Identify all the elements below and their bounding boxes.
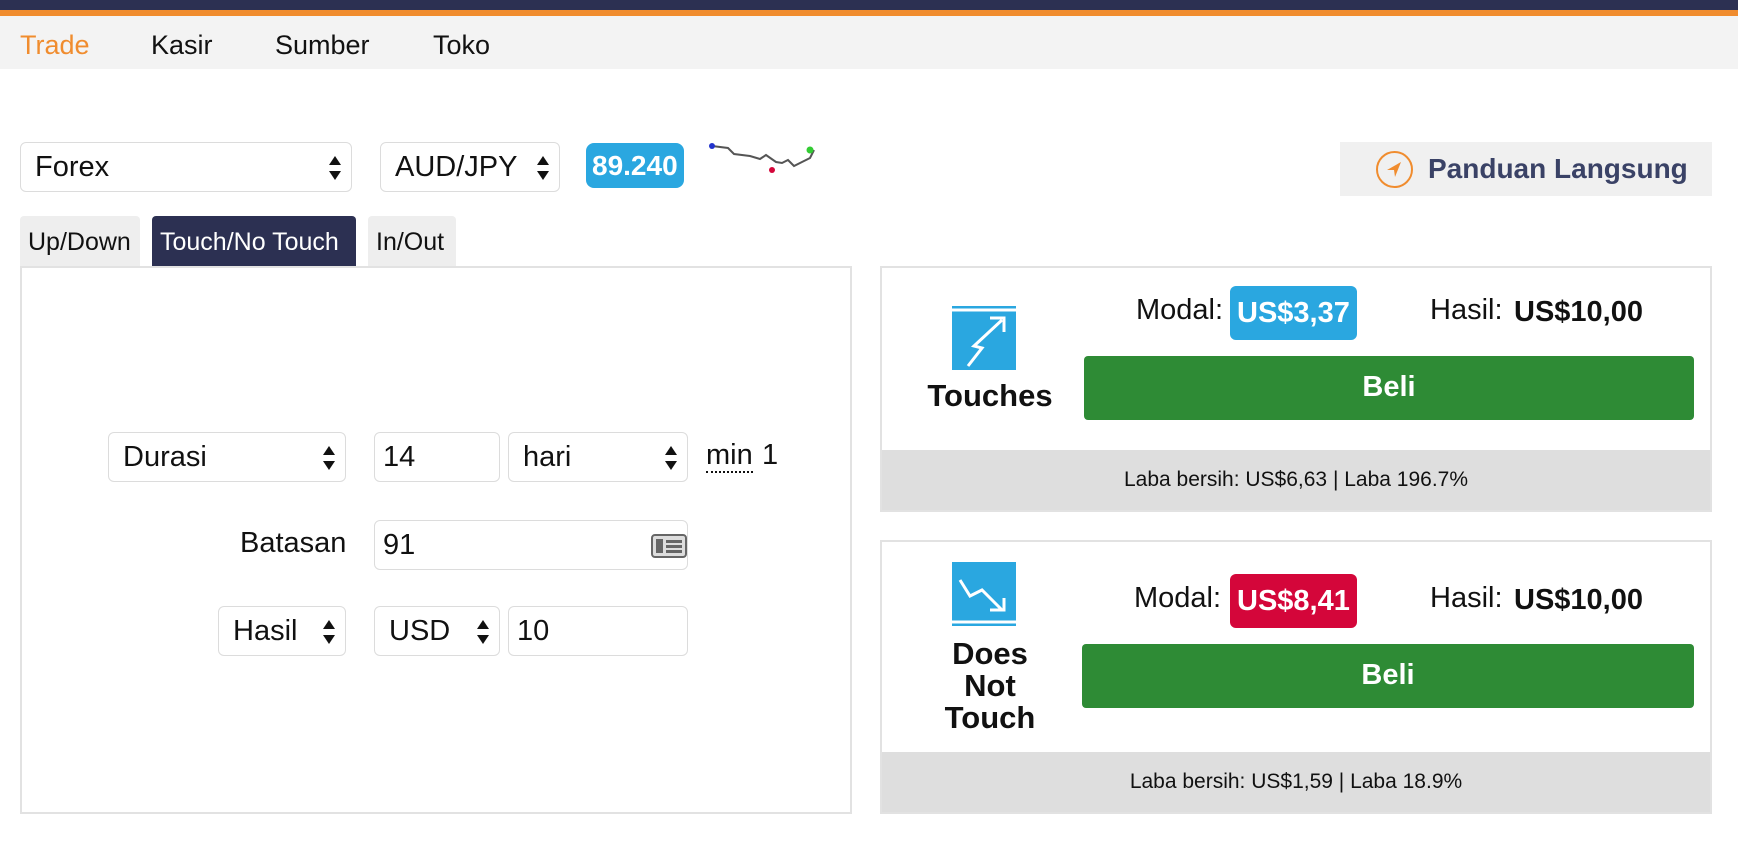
touch-arrow-up-icon xyxy=(952,306,1016,370)
barrier-label: Batasan xyxy=(240,527,347,559)
does-not-touch-hasil-label: Hasil: xyxy=(1430,582,1503,614)
touches-hasil-label: Hasil: xyxy=(1430,294,1503,326)
no-touch-arrow-down-icon xyxy=(952,562,1016,626)
tab-up-down[interactable]: Up/Down xyxy=(20,216,140,266)
calendar-icon[interactable] xyxy=(651,534,687,558)
nav-kasir[interactable]: Kasir xyxy=(151,30,213,61)
does-not-touch-profit-info: Laba bersih: US$1,59 | Laba 18.9% xyxy=(882,752,1710,812)
does-not-touch-title-line1: Does xyxy=(952,636,1028,671)
touches-buy-button[interactable]: Beli xyxy=(1084,356,1694,420)
sparkline-low-point xyxy=(769,167,775,173)
select-arrows-icon xyxy=(329,156,341,180)
duration-unit-select[interactable]: hari xyxy=(508,432,688,482)
touches-modal-label: Modal: xyxy=(1136,294,1224,326)
market-select[interactable]: Forex xyxy=(20,142,352,192)
main-navigation: Trade Kasir Sumber Toko xyxy=(0,16,1738,69)
barrier-input[interactable]: 91 xyxy=(374,520,688,570)
touches-hasil-value: US$10,00 xyxy=(1514,296,1643,328)
duration-unit-value: hari xyxy=(523,441,572,473)
sparkline-start-point xyxy=(709,143,715,149)
min-duration-hint: min xyxy=(706,439,753,473)
does-not-touch-modal-value: US$8,41 xyxy=(1230,574,1357,628)
price-sparkline xyxy=(709,143,815,173)
duration-type-select[interactable]: Durasi xyxy=(108,432,346,482)
live-guide-button[interactable]: Panduan Langsung xyxy=(1340,142,1712,196)
compass-icon xyxy=(1376,151,1413,188)
select-arrows-icon xyxy=(665,446,677,470)
symbol-select[interactable]: AUD/JPY xyxy=(380,142,560,192)
duration-type-value: Durasi xyxy=(123,441,207,473)
select-arrows-icon xyxy=(477,620,489,644)
tab-touch-no-touch[interactable]: Touch/No Touch xyxy=(152,216,356,266)
spot-price-badge: 89.240 xyxy=(586,143,684,188)
top-brand-bar xyxy=(0,0,1738,16)
select-arrows-icon xyxy=(323,620,335,644)
touches-contract-card: Touches Modal: US$3,37 Hasil: US$10,00 B… xyxy=(880,266,1712,512)
barrier-value: 91 xyxy=(383,529,416,561)
nav-sumber[interactable]: Sumber xyxy=(275,30,370,61)
sparkline-end-point xyxy=(806,146,814,154)
nav-toko[interactable]: Toko xyxy=(433,30,490,61)
does-not-touch-hasil-value: US$10,00 xyxy=(1514,584,1643,616)
symbol-select-value: AUD/JPY xyxy=(395,151,518,183)
select-arrows-icon xyxy=(537,156,549,180)
live-guide-label: Panduan Langsung xyxy=(1428,153,1688,184)
touches-title: Touches xyxy=(927,378,1053,413)
select-arrows-icon xyxy=(323,446,335,470)
tab-in-out[interactable]: In/Out xyxy=(368,216,456,266)
min-duration-value: 1 xyxy=(762,439,779,471)
payout-type-value: Hasil xyxy=(233,615,298,647)
does-not-touch-contract-card: Does Not Touch Modal: US$8,41 Hasil: US$… xyxy=(880,540,1712,814)
currency-value: USD xyxy=(389,615,451,647)
touches-profit-info: Laba bersih: US$6,63 | Laba 196.7% xyxy=(882,450,1710,510)
market-select-value: Forex xyxy=(35,151,110,183)
does-not-touch-buy-button[interactable]: Beli xyxy=(1082,644,1694,708)
does-not-touch-title-line3: Touch xyxy=(944,700,1036,735)
currency-select[interactable]: USD xyxy=(374,606,500,656)
touches-modal-value: US$3,37 xyxy=(1230,286,1357,340)
duration-value-input[interactable]: 14 xyxy=(374,432,500,482)
does-not-touch-modal-label: Modal: xyxy=(1134,582,1222,614)
does-not-touch-title-line2: Not xyxy=(964,668,1016,703)
payout-type-select[interactable]: Hasil xyxy=(218,606,346,656)
amount-input[interactable]: 10 xyxy=(508,606,688,656)
nav-trade[interactable]: Trade xyxy=(20,30,90,61)
